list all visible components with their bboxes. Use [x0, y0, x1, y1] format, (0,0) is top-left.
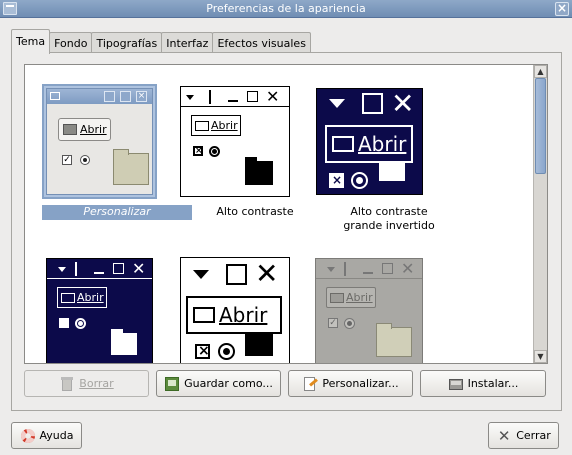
theme-name-alto-contraste-grande-invertido[interactable]: Alto contraste grande invertido [314, 205, 464, 233]
edit-icon [302, 376, 319, 392]
theme-name-alto-contraste[interactable]: Alto contraste [180, 205, 330, 219]
title-bar: Preferencias de la apariencia × [0, 0, 572, 18]
theme-preview-bajo-contraste[interactable]: ✕ Abrir ✓ [315, 258, 423, 363]
tab-tipografias[interactable]: Tipografías [91, 32, 163, 54]
theme-preview-alto-contraste-invertido[interactable]: ✕ Abrir × [316, 88, 423, 195]
close-icon: ✕ [497, 426, 511, 445]
theme-list-scrollbar[interactable]: ▲ ▼ [533, 65, 547, 363]
trash-icon [59, 376, 75, 392]
preview-open-label: Abrir [211, 119, 238, 132]
scroll-up-icon[interactable]: ▲ [534, 65, 547, 78]
close-button[interactable]: ✕ Cerrar [488, 422, 559, 449]
tab-fondo[interactable]: Fondo [49, 32, 93, 54]
theme-preview-personalizar[interactable]: × Abrir ✓ [46, 88, 153, 195]
theme-preview-alto-contraste[interactable]: ✕ Abrir × [180, 86, 290, 197]
scroll-down-icon[interactable]: ▼ [534, 350, 547, 363]
theme-preview-contraste-invertido[interactable]: ✕ Abrir [46, 258, 153, 363]
tab-interfaz[interactable]: Interfaz [161, 32, 214, 54]
lifebuoy-icon [20, 428, 36, 444]
preview-open-label: Abrir [346, 291, 373, 304]
theme-preview-alto-contraste-grande[interactable]: ✕ Abrir × [180, 257, 290, 363]
tab-tema[interactable]: Tema [11, 29, 51, 54]
preview-open-label: Abrir [80, 123, 107, 136]
preview-open-label: Abrir [77, 291, 104, 304]
tab-efectos-visuales[interactable]: Efectos visuales [212, 32, 311, 54]
install-icon [448, 376, 464, 392]
preview-open-label: Abrir [358, 132, 407, 156]
customize-button[interactable]: Personalizar... [288, 370, 413, 397]
scrollbar-thumb[interactable] [535, 78, 546, 174]
delete-theme-button[interactable]: Borrar [24, 370, 149, 397]
save-as-button[interactable]: Guardar como... [156, 370, 281, 397]
install-button[interactable]: Instalar... [420, 370, 546, 397]
window-title: Preferencias de la apariencia [206, 2, 366, 15]
preview-open-label: Abrir [219, 303, 268, 327]
save-icon [164, 376, 180, 392]
theme-name-personalizar[interactable]: Personalizar [42, 205, 192, 220]
tab-bar: Tema Fondo Tipografías Interfaz Efectos … [11, 29, 311, 54]
help-button[interactable]: Ayuda [11, 422, 82, 449]
close-window-icon[interactable]: × [555, 2, 569, 16]
theme-list[interactable]: × Abrir ✓ Personalizar ✕ Abrir × Alto co… [24, 64, 548, 364]
